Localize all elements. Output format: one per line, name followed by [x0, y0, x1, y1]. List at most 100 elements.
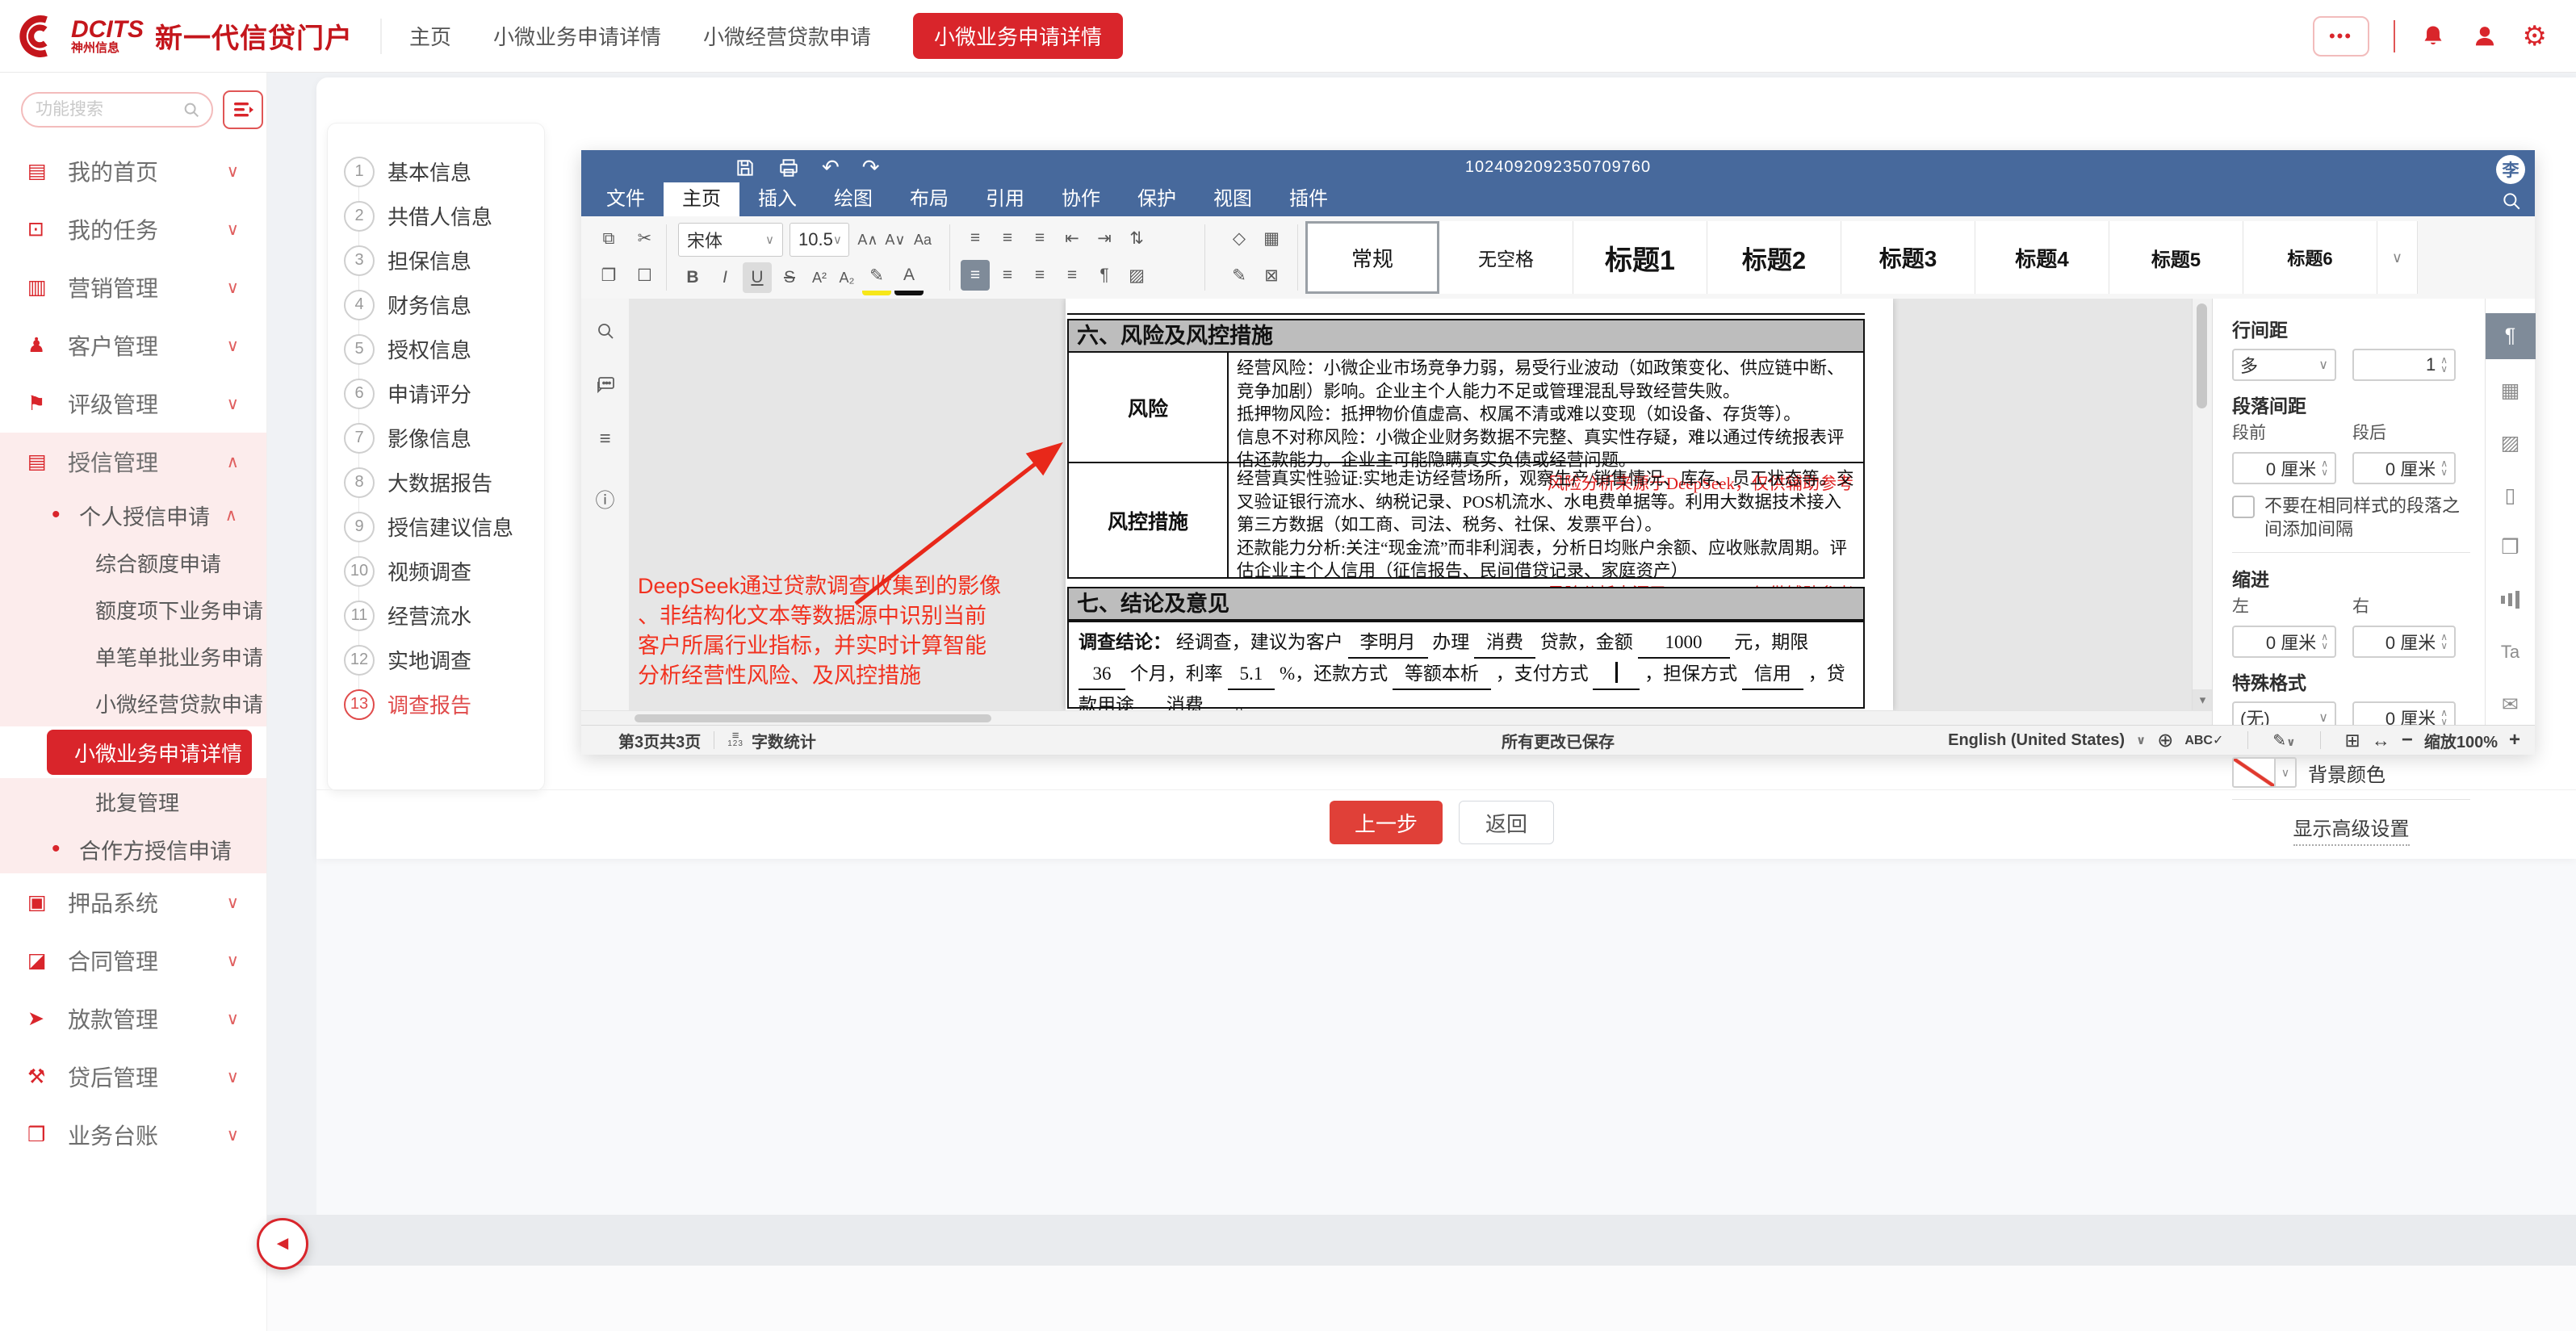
sidebar-item[interactable]: ◪ 合同管理 ∨ — [0, 931, 266, 990]
top-nav-tab[interactable]: 主页 — [409, 21, 451, 51]
globe-icon[interactable]: ⊕ — [2157, 729, 2173, 752]
previous-step-button[interactable]: 上一步 — [1330, 801, 1443, 844]
shrink-font-icon[interactable]: A∨ — [883, 224, 907, 255]
redo-icon[interactable]: ↷ — [862, 155, 880, 180]
increase-indent-icon[interactable]: ⇥ — [1090, 223, 1119, 253]
font-family-select[interactable]: 宋体 ∨ — [678, 223, 783, 257]
fit-page-icon[interactable]: ⊞ — [2345, 730, 2360, 751]
wizard-step[interactable]: 2 共借人信息 — [328, 194, 544, 238]
spin-down-icon[interactable]: ∨ — [2321, 642, 2328, 651]
sidebar-item[interactable]: • 合作方授信申请 — [0, 825, 266, 873]
font-size-select[interactable]: 10.5 ∨ — [790, 223, 849, 257]
clear-format-icon[interactable]: ⊠ — [1257, 260, 1286, 291]
cut-icon[interactable]: ✂ — [630, 223, 659, 253]
spellcheck-icon[interactable]: ABC✓ — [2184, 732, 2223, 748]
decrease-indent-icon[interactable]: ⇤ — [1058, 223, 1087, 253]
editor-menu-tab[interactable]: 绘图 — [815, 182, 891, 216]
print-icon[interactable] — [778, 157, 799, 178]
align-left-icon[interactable]: ≡ — [961, 260, 990, 291]
undo-icon[interactable]: ↶ — [822, 155, 840, 180]
sidebar-item[interactable]: ♟ 客户管理 ∨ — [0, 316, 266, 375]
chart-panel-icon[interactable] — [2488, 580, 2533, 621]
headings-nav-icon[interactable]: ≡ — [599, 428, 610, 450]
function-search[interactable] — [21, 92, 213, 128]
space-before-stepper[interactable]: 0 厘米 ∧∨ — [2232, 452, 2336, 484]
wizard-step[interactable]: 8 大数据报告 — [328, 460, 544, 504]
line-spacing-value-stepper[interactable]: 1 ∧∨ — [2352, 349, 2456, 381]
conclusion-paragraph[interactable]: 调查结论： 经调查，建议为客户 李明月 办理 消费 贷款，金额 1000 元，期… — [1067, 621, 1865, 709]
indent-right-stepper[interactable]: 0 厘米 ∧∨ — [2352, 626, 2456, 658]
advanced-settings-link[interactable]: 显示高级设置 — [2293, 813, 2410, 846]
sidebar-item[interactable]: 综合额度申请 — [0, 539, 266, 586]
spin-down-icon[interactable]: ∨ — [2321, 468, 2328, 477]
editor-menu-tab[interactable]: 插件 — [1271, 182, 1347, 216]
top-nav-tab[interactable]: 小微业务申请详情 — [913, 13, 1123, 59]
style-tile[interactable]: 标题4 — [1975, 221, 2109, 294]
find-icon[interactable] — [596, 321, 615, 341]
style-tile[interactable]: 标题5 — [2109, 221, 2243, 294]
page-panel-icon[interactable]: ▯ — [2488, 475, 2533, 516]
wizard-step[interactable]: 4 财务信息 — [328, 283, 544, 327]
bold-icon[interactable]: B — [678, 262, 707, 293]
top-nav-tab[interactable]: 小微业务申请详情 — [493, 21, 661, 51]
paste-icon[interactable]: ❐ — [594, 260, 623, 291]
editor-menu-tab[interactable]: 布局 — [891, 182, 967, 216]
sidebar-item[interactable]: 单笔单批业务申请 — [0, 633, 266, 680]
bullet-list-icon[interactable]: ≡ — [961, 223, 990, 253]
line-spacing-mode-select[interactable]: 多 ∨ — [2232, 349, 2336, 381]
sidebar-item[interactable]: ⚒ 贷后管理 ∨ — [0, 1048, 266, 1106]
subscript-icon[interactable]: A₂ — [835, 262, 859, 293]
wizard-step[interactable]: 10 视频调查 — [328, 549, 544, 593]
gear-icon[interactable]: ⚙ — [2523, 20, 2547, 52]
track-changes-icon[interactable]: ✎∨ — [2272, 730, 2295, 751]
wizard-step[interactable]: 11 经营流水 — [328, 593, 544, 638]
wizard-step[interactable]: 12 实地调查 — [328, 638, 544, 682]
justify-icon[interactable]: ≡ — [1058, 260, 1087, 291]
align-center-icon[interactable]: ≡ — [993, 260, 1022, 291]
sidebar-item[interactable]: 小微经营贷款申请 — [0, 680, 266, 726]
mailmerge-panel-icon[interactable]: ✉ — [2488, 684, 2533, 725]
sidebar-item[interactable]: ▤ 我的首页 ∨ — [0, 142, 266, 200]
italic-icon[interactable]: I — [710, 262, 739, 293]
paragraph-panel-icon[interactable]: ¶ — [2486, 313, 2536, 359]
wizard-step[interactable]: 9 授信建议信息 — [328, 504, 544, 549]
more-actions-badge[interactable]: ••• — [2313, 16, 2369, 57]
wizard-step[interactable]: 3 担保信息 — [328, 238, 544, 283]
sidebar-item[interactable]: ⚑ 评级管理 ∨ — [0, 375, 266, 433]
select-icon[interactable]: ☐ — [630, 260, 659, 291]
word-count-label[interactable]: 字数统计 — [752, 729, 816, 752]
sidebar-item[interactable]: ▤ 授信管理 ∧ — [0, 433, 266, 491]
copy-icon[interactable]: ⧉ — [594, 224, 623, 254]
font-color-icon[interactable]: A — [894, 260, 924, 295]
style-tile[interactable]: 常规 — [1305, 221, 1439, 294]
editor-menu-tab[interactable]: 视图 — [1195, 182, 1271, 216]
doc-vertical-scrollbar[interactable]: ▾ — [2192, 299, 2213, 710]
language-select[interactable]: English (United States) — [1948, 731, 2125, 750]
zoom-out-icon[interactable]: − — [2402, 729, 2413, 751]
editor-menu-tab[interactable]: 保护 — [1119, 182, 1195, 216]
indent-left-stepper[interactable]: 0 厘米 ∧∨ — [2232, 626, 2336, 658]
style-tile[interactable]: 无空格 — [1439, 221, 1573, 294]
align-right-icon[interactable]: ≡ — [1025, 260, 1054, 291]
bell-icon[interactable] — [2419, 23, 2447, 50]
strikethrough-icon[interactable]: S — [775, 262, 804, 293]
background-color-swatch[interactable] — [2232, 757, 2276, 788]
sidebar-item[interactable]: ❒ 业务台账 ∨ — [0, 1106, 266, 1164]
grow-font-icon[interactable]: A∧ — [856, 224, 880, 255]
sidebar-item[interactable]: ▣ 押品系统 ∨ — [0, 873, 266, 931]
same-style-checkbox[interactable] — [2232, 496, 2255, 518]
numbered-list-icon[interactable]: ≡ — [993, 223, 1022, 253]
zoom-in-icon[interactable]: + — [2509, 729, 2520, 751]
scroll-down-arrow[interactable]: ▾ — [2193, 689, 2213, 710]
superscript-icon[interactable]: A² — [807, 262, 831, 293]
back-button[interactable]: 返回 — [1459, 801, 1554, 844]
spin-down-icon[interactable]: ∨ — [2440, 642, 2448, 651]
editor-menu-tab[interactable]: 主页 — [664, 182, 739, 216]
wizard-step[interactable]: 6 申请评分 — [328, 371, 544, 416]
table-panel-icon[interactable]: ▦ — [2488, 370, 2533, 412]
h-scroll-thumb[interactable] — [635, 714, 991, 722]
swatch-dropdown-icon[interactable]: ∨ — [2276, 757, 2297, 788]
document-page[interactable]: 六、风险及风控措施 风险 经营风险：小微企业市场竞争力弱，易受行业波动（如政策变… — [1066, 299, 1893, 710]
shading-icon[interactable]: ▨ — [1122, 260, 1151, 291]
menu-toggle-button[interactable] — [223, 90, 263, 129]
